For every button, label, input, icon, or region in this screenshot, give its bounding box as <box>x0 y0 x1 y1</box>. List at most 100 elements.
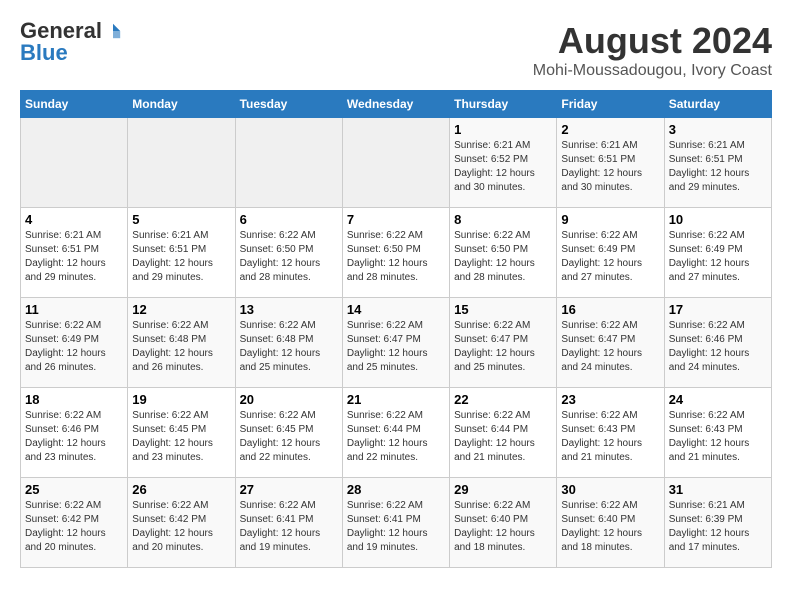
day-info: Sunrise: 6:21 AM Sunset: 6:51 PM Dayligh… <box>132 229 230 285</box>
day-number: 18 <box>25 392 123 407</box>
day-info: Sunrise: 6:21 AM Sunset: 6:51 PM Dayligh… <box>25 229 123 285</box>
day-of-week-header: Thursday <box>450 91 557 118</box>
day-number: 30 <box>561 482 659 497</box>
calendar-cell <box>21 118 128 208</box>
main-title: August 2024 <box>533 20 772 62</box>
calendar-cell: 6 Sunrise: 6:22 AM Sunset: 6:50 PM Daylig… <box>235 208 342 298</box>
day-number: 10 <box>669 212 767 227</box>
day-number: 28 <box>347 482 445 497</box>
day-number: 14 <box>347 302 445 317</box>
calendar-cell: 13Sunrise: 6:22 AM Sunset: 6:48 PM Dayli… <box>235 298 342 388</box>
day-number: 8 <box>454 212 552 227</box>
day-info: Sunrise: 6:22 AM Sunset: 6:40 PM Dayligh… <box>454 499 552 555</box>
day-number: 6 <box>240 212 338 227</box>
day-info: Sunrise: 6:22 AM Sunset: 6:43 PM Dayligh… <box>669 409 767 465</box>
calendar-table: SundayMondayTuesdayWednesdayThursdayFrid… <box>20 90 772 568</box>
day-number: 23 <box>561 392 659 407</box>
calendar-cell <box>342 118 449 208</box>
logo-blue-text: Blue <box>20 42 68 64</box>
day-info: Sunrise: 6:22 AM Sunset: 6:47 PM Dayligh… <box>561 319 659 375</box>
calendar-cell: 28 Sunrise: 6:22 AM Sunset: 6:41 PM Dayli… <box>342 478 449 568</box>
day-info: Sunrise: 6:22 AM Sunset: 6:46 PM Dayligh… <box>669 319 767 375</box>
day-info: Sunrise: 6:22 AM Sunset: 6:41 PM Dayligh… <box>240 499 338 555</box>
day-number: 31 <box>669 482 767 497</box>
calendar-cell: 7 Sunrise: 6:22 AM Sunset: 6:50 PM Daylig… <box>342 208 449 298</box>
calendar-header-row: SundayMondayTuesdayWednesdayThursdayFrid… <box>21 91 772 118</box>
day-number: 9 <box>561 212 659 227</box>
day-number: 3 <box>669 122 767 137</box>
day-info: Sunrise: 6:22 AM Sunset: 6:43 PM Dayligh… <box>561 409 659 465</box>
calendar-cell: 21 Sunrise: 6:22 AM Sunset: 6:44 PM Dayli… <box>342 388 449 478</box>
day-number: 21 <box>347 392 445 407</box>
day-of-week-header: Sunday <box>21 91 128 118</box>
calendar-cell: 16Sunrise: 6:22 AM Sunset: 6:47 PM Dayli… <box>557 298 664 388</box>
day-number: 13 <box>240 302 338 317</box>
calendar-cell: 14Sunrise: 6:22 AM Sunset: 6:47 PM Dayli… <box>342 298 449 388</box>
calendar-cell: 27 Sunrise: 6:22 AM Sunset: 6:41 PM Dayli… <box>235 478 342 568</box>
calendar-cell: 26 Sunrise: 6:22 AM Sunset: 6:42 PM Dayli… <box>128 478 235 568</box>
day-info: Sunrise: 6:22 AM Sunset: 6:50 PM Dayligh… <box>347 229 445 285</box>
day-number: 1 <box>454 122 552 137</box>
calendar-cell: 24 Sunrise: 6:22 AM Sunset: 6:43 PM Dayli… <box>664 388 771 478</box>
calendar-cell <box>128 118 235 208</box>
day-number: 29 <box>454 482 552 497</box>
day-number: 4 <box>25 212 123 227</box>
calendar-week-row: 4 Sunrise: 6:21 AM Sunset: 6:51 PM Daylig… <box>21 208 772 298</box>
calendar-week-row: 25 Sunrise: 6:22 AM Sunset: 6:42 PM Dayli… <box>21 478 772 568</box>
day-info: Sunrise: 6:22 AM Sunset: 6:49 PM Dayligh… <box>669 229 767 285</box>
calendar-body: 1 Sunrise: 6:21 AM Sunset: 6:52 PM Daylig… <box>21 118 772 568</box>
calendar-cell: 23 Sunrise: 6:22 AM Sunset: 6:43 PM Dayli… <box>557 388 664 478</box>
title-area: August 2024 Mohi-Moussadougou, Ivory Coa… <box>533 20 772 80</box>
day-number: 19 <box>132 392 230 407</box>
day-number: 24 <box>669 392 767 407</box>
calendar-cell: 19 Sunrise: 6:22 AM Sunset: 6:45 PM Dayli… <box>128 388 235 478</box>
calendar-cell: 15Sunrise: 6:22 AM Sunset: 6:47 PM Dayli… <box>450 298 557 388</box>
calendar-cell: 25 Sunrise: 6:22 AM Sunset: 6:42 PM Dayli… <box>21 478 128 568</box>
day-of-week-header: Saturday <box>664 91 771 118</box>
day-info: Sunrise: 6:22 AM Sunset: 6:42 PM Dayligh… <box>25 499 123 555</box>
calendar-cell: 2Sunrise: 6:21 AM Sunset: 6:51 PM Daylig… <box>557 118 664 208</box>
day-info: Sunrise: 6:22 AM Sunset: 6:40 PM Dayligh… <box>561 499 659 555</box>
day-info: Sunrise: 6:22 AM Sunset: 6:44 PM Dayligh… <box>454 409 552 465</box>
subtitle: Mohi-Moussadougou, Ivory Coast <box>533 62 772 80</box>
day-info: Sunrise: 6:22 AM Sunset: 6:45 PM Dayligh… <box>132 409 230 465</box>
calendar-cell <box>235 118 342 208</box>
day-info: Sunrise: 6:22 AM Sunset: 6:41 PM Dayligh… <box>347 499 445 555</box>
calendar-cell: 12Sunrise: 6:22 AM Sunset: 6:48 PM Dayli… <box>128 298 235 388</box>
logo-icon <box>104 22 122 40</box>
day-of-week-header: Friday <box>557 91 664 118</box>
calendar-cell: 5Sunrise: 6:21 AM Sunset: 6:51 PM Daylig… <box>128 208 235 298</box>
day-number: 7 <box>347 212 445 227</box>
day-info: Sunrise: 6:22 AM Sunset: 6:50 PM Dayligh… <box>240 229 338 285</box>
day-number: 27 <box>240 482 338 497</box>
calendar-cell: 18 Sunrise: 6:22 AM Sunset: 6:46 PM Dayli… <box>21 388 128 478</box>
calendar-cell: 29 Sunrise: 6:22 AM Sunset: 6:40 PM Dayli… <box>450 478 557 568</box>
day-info: Sunrise: 6:21 AM Sunset: 6:51 PM Dayligh… <box>561 139 659 195</box>
logo-general-text: General <box>20 20 102 42</box>
calendar-cell: 20 Sunrise: 6:22 AM Sunset: 6:45 PM Dayli… <box>235 388 342 478</box>
calendar-week-row: 11Sunrise: 6:22 AM Sunset: 6:49 PM Dayli… <box>21 298 772 388</box>
calendar-cell: 10 Sunrise: 6:22 AM Sunset: 6:49 PM Dayli… <box>664 208 771 298</box>
day-number: 26 <box>132 482 230 497</box>
day-info: Sunrise: 6:22 AM Sunset: 6:44 PM Dayligh… <box>347 409 445 465</box>
day-number: 22 <box>454 392 552 407</box>
calendar-cell: 4 Sunrise: 6:21 AM Sunset: 6:51 PM Daylig… <box>21 208 128 298</box>
day-info: Sunrise: 6:22 AM Sunset: 6:42 PM Dayligh… <box>132 499 230 555</box>
day-of-week-header: Tuesday <box>235 91 342 118</box>
calendar-cell: 3Sunrise: 6:21 AM Sunset: 6:51 PM Daylig… <box>664 118 771 208</box>
day-number: 17 <box>669 302 767 317</box>
day-number: 25 <box>25 482 123 497</box>
day-info: Sunrise: 6:22 AM Sunset: 6:49 PM Dayligh… <box>25 319 123 375</box>
day-of-week-header: Monday <box>128 91 235 118</box>
day-info: Sunrise: 6:21 AM Sunset: 6:39 PM Dayligh… <box>669 499 767 555</box>
day-info: Sunrise: 6:22 AM Sunset: 6:47 PM Dayligh… <box>454 319 552 375</box>
day-info: Sunrise: 6:21 AM Sunset: 6:52 PM Dayligh… <box>454 139 552 195</box>
calendar-cell: 31 Sunrise: 6:21 AM Sunset: 6:39 PM Dayli… <box>664 478 771 568</box>
logo: General Blue <box>20 20 122 64</box>
day-number: 20 <box>240 392 338 407</box>
calendar-week-row: 1 Sunrise: 6:21 AM Sunset: 6:52 PM Daylig… <box>21 118 772 208</box>
calendar-cell: 17 Sunrise: 6:22 AM Sunset: 6:46 PM Dayli… <box>664 298 771 388</box>
day-info: Sunrise: 6:22 AM Sunset: 6:45 PM Dayligh… <box>240 409 338 465</box>
calendar-cell: 11Sunrise: 6:22 AM Sunset: 6:49 PM Dayli… <box>21 298 128 388</box>
day-info: Sunrise: 6:22 AM Sunset: 6:46 PM Dayligh… <box>25 409 123 465</box>
